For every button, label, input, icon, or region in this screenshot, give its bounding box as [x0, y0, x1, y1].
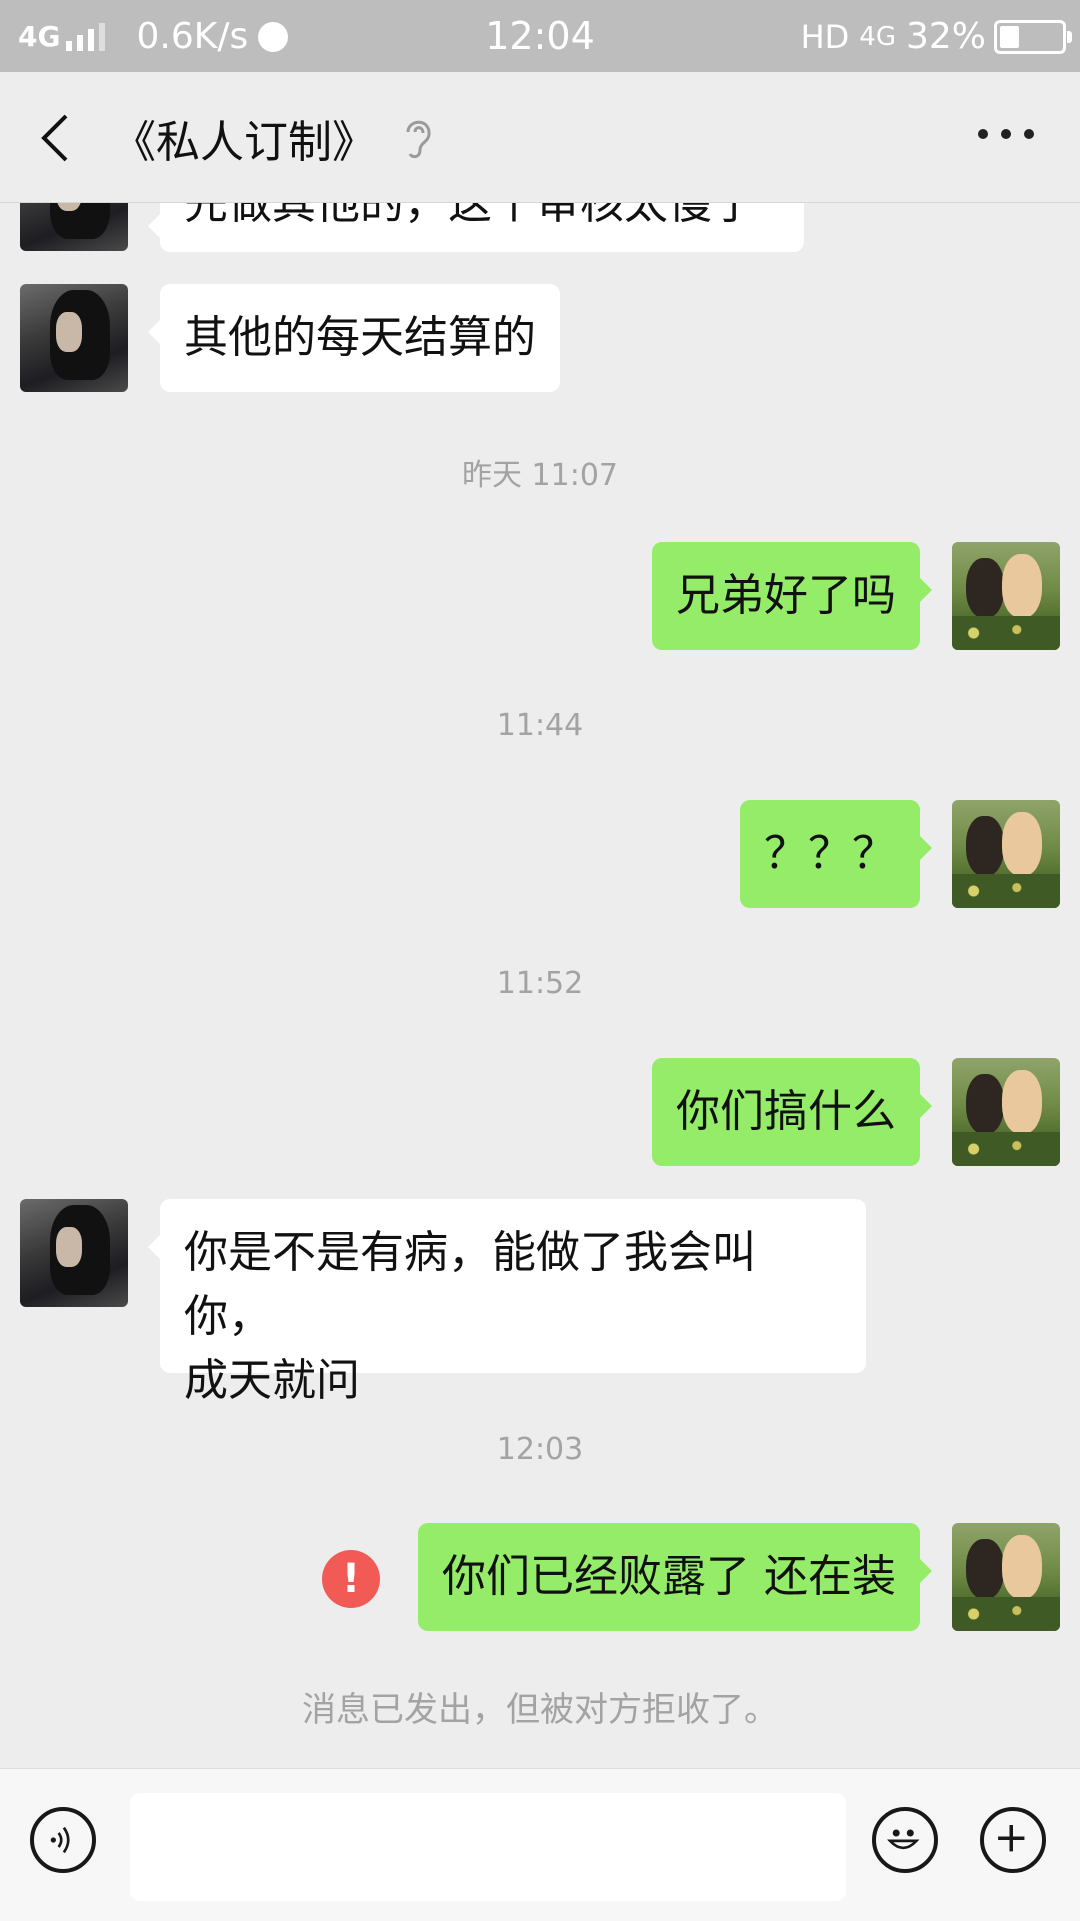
battery-percent: 32% [905, 16, 986, 57]
friend-avatar[interactable] [20, 284, 128, 392]
voice-icon[interactable] [30, 1807, 96, 1873]
ear-icon [406, 120, 431, 159]
message-bubble[interactable]: 你是不是有病，能做了我会叫你， 成天就问 [148, 1199, 866, 1406]
message-text: ？？？ [764, 828, 896, 879]
friend-avatar[interactable] [20, 1199, 128, 1307]
timestamp: 11:52 [496, 966, 584, 1001]
rejected-notice: 消息已发出，但被对方拒收了。 [302, 1690, 778, 1730]
my-avatar[interactable] [952, 542, 1060, 650]
net-type-label: 4G [859, 21, 896, 52]
chat-area[interactable]: 先做其他的，这个审核太慢了 其他的每天结算的 昨天 11:07 兄弟好了吗 11… [0, 0, 1080, 1920]
chat-title: 《私人订制》 [112, 117, 376, 168]
message-text-line: 成天就问 [184, 1355, 360, 1406]
my-avatar[interactable] [952, 1523, 1060, 1631]
my-message-bubble[interactable]: 你们已经败露了 还在装 [418, 1523, 932, 1631]
timestamp: 12:03 [496, 1432, 584, 1467]
input-bar [0, 1768, 1080, 1921]
battery-icon [994, 19, 1072, 54]
more-icon[interactable] [978, 124, 1034, 144]
message-text: 其他的每天结算的 [184, 312, 536, 363]
chat-header: 《私人订制》 [0, 72, 1080, 203]
back-chevron-icon[interactable] [36, 110, 76, 166]
timestamp: 昨天 11:07 [462, 458, 618, 493]
message-text: 你们已经败露了 还在装 [442, 1551, 896, 1602]
timestamp: 11:44 [496, 708, 584, 743]
my-message-bubble[interactable]: 兄弟好了吗 [652, 542, 932, 650]
send-failed-icon[interactable]: ! [322, 1550, 380, 1608]
plus-icon[interactable] [980, 1807, 1046, 1873]
emoji-icon[interactable] [872, 1807, 938, 1873]
hd-voice-label: HD [800, 17, 850, 56]
message-text: 你们搞什么 [676, 1086, 896, 1137]
my-avatar[interactable] [952, 1058, 1060, 1166]
message-text: 兄弟好了吗 [676, 570, 896, 621]
message-text-line: 你是不是有病，能做了我会叫你， [184, 1227, 756, 1342]
message-input[interactable] [130, 1793, 846, 1901]
status-bar: 4G 0.6K/s 12:04 HD 4G 32% [0, 0, 1080, 72]
my-avatar[interactable] [952, 800, 1060, 908]
message-bubble[interactable]: 其他的每天结算的 [148, 284, 560, 392]
my-message-bubble[interactable]: ？？？ [740, 800, 932, 908]
my-message-bubble[interactable]: 你们搞什么 [652, 1058, 932, 1166]
